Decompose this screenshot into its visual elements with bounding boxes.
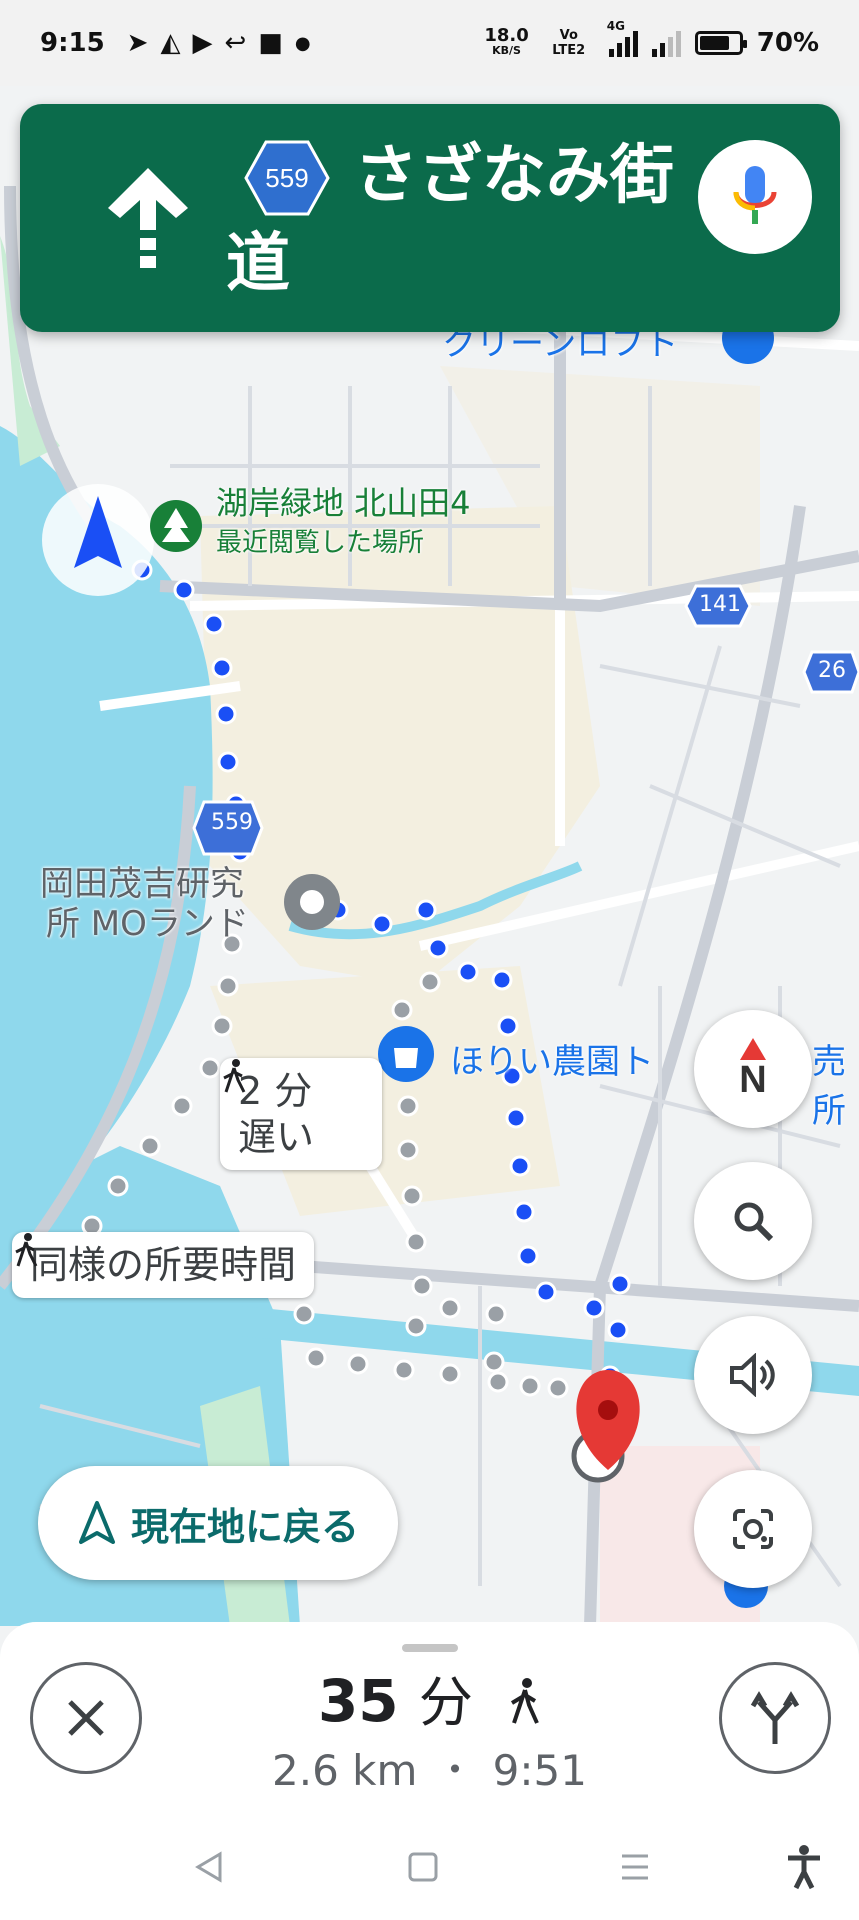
alt-route-slower-time: 2 分 <box>238 1069 313 1113</box>
drag-handle[interactable] <box>402 1644 458 1652</box>
play-icon: ▶ <box>192 28 213 58</box>
more-dot-icon: ● <box>294 32 311 54</box>
compass-button[interactable]: N <box>694 1010 812 1128</box>
alt-route-slower-line2: 遅い <box>238 1115 315 1159</box>
walking-icon <box>511 1678 539 1724</box>
place-label-farm[interactable]: ほりい農園ト <box>450 1034 654 1083</box>
place-label-park[interactable]: 湖岸緑地 北山田4 最近閲覧した場所 <box>216 484 471 559</box>
app-icon: ◭ <box>160 28 181 58</box>
mo-land-line1: 岡田茂吉研究 <box>40 864 244 904</box>
system-navigation-bar <box>0 1822 859 1920</box>
trip-summary-sheet[interactable]: 35 分 2.6 km • 9:51 <box>0 1622 859 1822</box>
net-speed-value: 18.0 <box>484 25 529 46</box>
alt-route-slower-line1: 2 分 <box>223 1059 364 1114</box>
duration-value: 35 <box>317 1667 399 1735</box>
signal-1: 4G <box>607 19 638 57</box>
farm-name: ほりい農園ト <box>450 1042 654 1082</box>
signal-bars-2-icon <box>651 29 681 57</box>
compass-label: N <box>739 1058 767 1101</box>
lens-camera-button[interactable] <box>694 1470 812 1588</box>
home-icon[interactable] <box>406 1850 440 1884</box>
alt-route-callout-same[interactable]: 同様の所要時間 <box>12 1232 315 1298</box>
road-badge-559-label: 559 <box>211 810 253 835</box>
sound-button[interactable] <box>694 1316 812 1434</box>
alt-route-callout-slower[interactable]: 2 分 遅い <box>220 1058 382 1170</box>
volume-icon <box>730 1353 775 1397</box>
status-bar: 9:15 ➤ ◭ ▶ ↩ ■ ● 18.0 KB/S Vo LTE2 4G 70… <box>0 0 859 86</box>
signal-bars-icon <box>608 29 638 57</box>
network-type: 4G <box>606 19 625 33</box>
battery-icon <box>694 31 747 55</box>
net-speed: 18.0 KB/S <box>484 25 529 58</box>
back-icon[interactable] <box>192 1850 226 1884</box>
mo-land-line2: 所 MOランド <box>46 904 249 944</box>
alt-route-same-label: 同様の所要時間 <box>30 1243 297 1287</box>
alternate-routes-button[interactable] <box>719 1662 831 1774</box>
app-square-icon: ■ <box>258 28 283 58</box>
walking-icon <box>15 1233 38 1267</box>
status-time: 9:15 <box>40 28 105 58</box>
recents-icon[interactable] <box>618 1850 652 1884</box>
recenter-label: 現在地に戻る <box>130 1504 359 1549</box>
trip-separator: • <box>446 1753 464 1786</box>
trip-distance: 2.6 km <box>272 1746 418 1795</box>
route-split-icon <box>750 1691 800 1744</box>
walking-icon <box>223 1059 246 1093</box>
search-icon <box>734 1202 774 1242</box>
straight-arrow-icon <box>108 168 188 268</box>
place-label-mo-land[interactable]: 岡田茂吉研究 所 MOランド <box>40 864 249 944</box>
reply-icon: ↩ <box>224 28 247 58</box>
volte-indicator: Vo LTE2 <box>552 28 586 58</box>
battery-level: 70% <box>756 28 819 58</box>
park-name: 湖岸緑地 北山田4 <box>216 484 471 522</box>
road-badge-26-label: 26 <box>818 658 846 683</box>
arrival-time: 9:51 <box>492 1746 587 1795</box>
duration-unit: 分 <box>418 1671 473 1734</box>
camera-icon <box>733 1509 773 1549</box>
navigation-icon: ➤ <box>126 28 149 58</box>
voice-search-button[interactable] <box>698 140 812 254</box>
search-along-route-button[interactable] <box>694 1162 812 1280</box>
accessibility-icon[interactable] <box>784 1844 824 1890</box>
microphone-icon <box>733 166 777 224</box>
recenter-button[interactable]: 現在地に戻る <box>38 1466 398 1580</box>
navigation-instruction-banner[interactable]: 559 さざなみ街道 <box>20 104 840 332</box>
compass-needle-icon <box>740 1038 766 1060</box>
street-name: さざなみ街道 <box>226 139 674 301</box>
farm-name-tail: 売所 <box>812 1042 846 1131</box>
navigation-arrow-icon <box>78 1501 115 1544</box>
park-subtitle: 最近閲覧した場所 <box>216 528 425 558</box>
notification-icons: ➤ ◭ ▶ ↩ ■ ● <box>127 28 311 58</box>
road-badge-141-label: 141 <box>699 592 741 617</box>
trip-details: 2.6 km • 9:51 <box>0 1746 859 1795</box>
